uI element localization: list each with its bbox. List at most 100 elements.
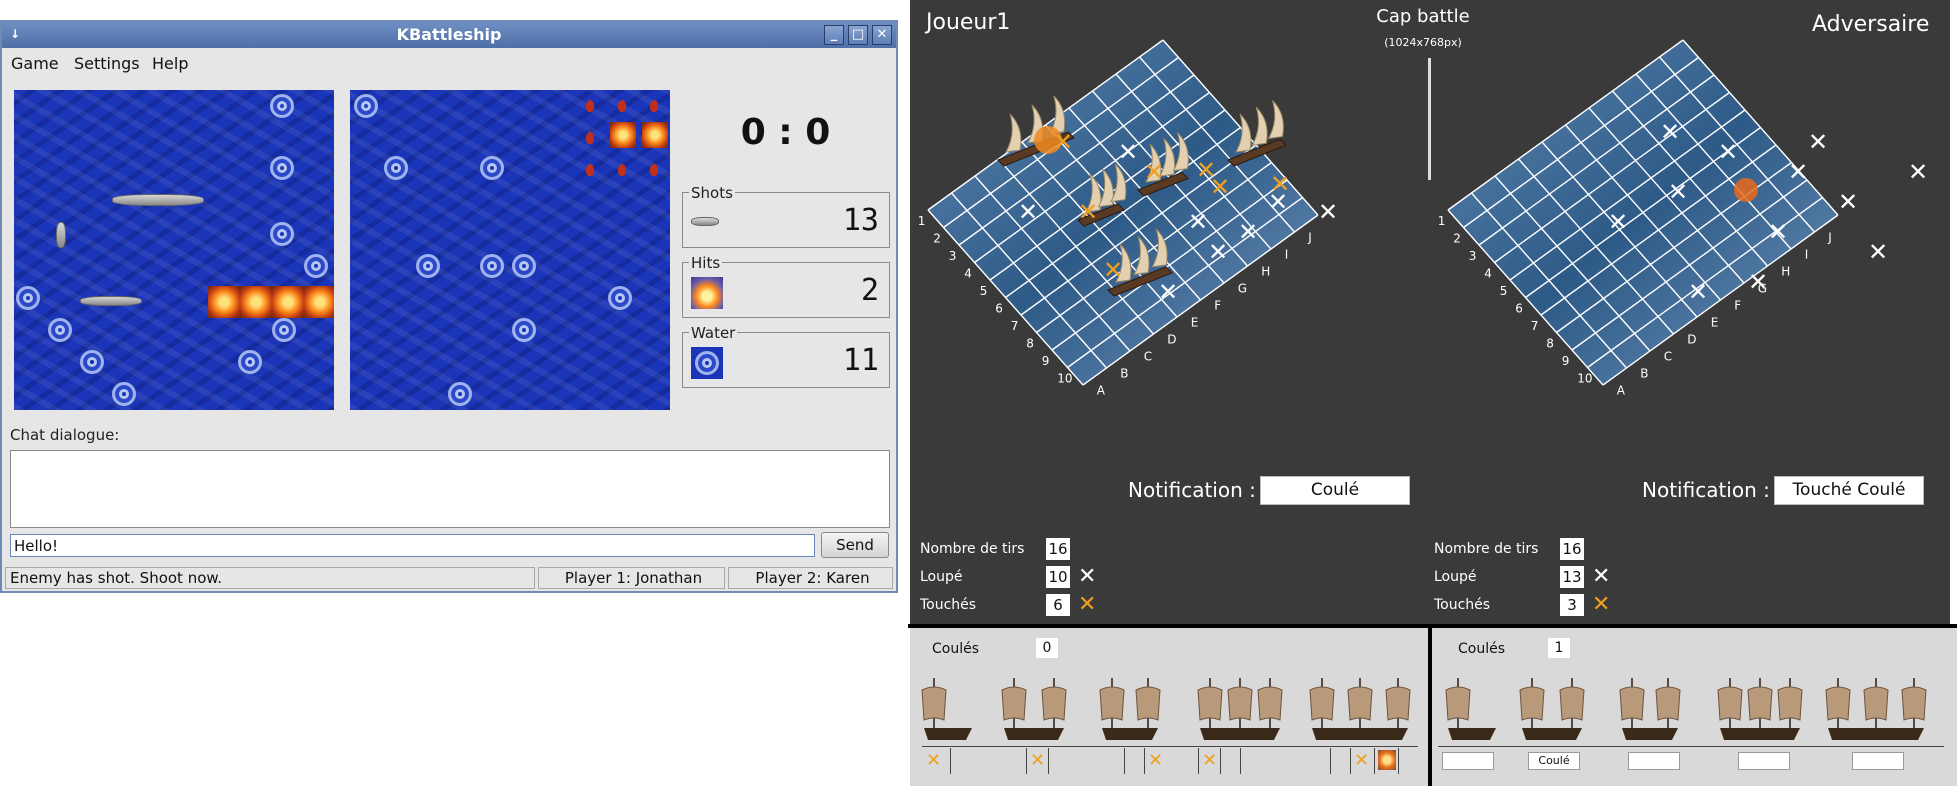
shot-marker-icon [586, 164, 594, 176]
ship-sail [1099, 686, 1125, 721]
water-splash-icon [16, 286, 40, 310]
app-icon[interactable]: ↓ [10, 27, 20, 41]
ship-sail [1717, 686, 1743, 721]
col-label: H [1781, 265, 1790, 279]
col-label: A [1617, 384, 1626, 398]
water-splash-icon [48, 318, 72, 342]
fire-icon [304, 286, 334, 318]
damage-slot [1374, 748, 1375, 774]
ship-frigate [1717, 678, 1803, 740]
shot-marker-icon [650, 100, 658, 112]
menu-help[interactable]: Help [152, 54, 188, 73]
sunk-value-left: 0 [1036, 638, 1058, 658]
row-label: 3 [1469, 249, 1477, 263]
hit-marker-icon: ✕ [1592, 592, 1611, 617]
ship-brig [1519, 678, 1585, 740]
ship-sail [1901, 686, 1927, 721]
missed-value: 10 [1046, 566, 1070, 588]
close-icon[interactable]: ✕ [872, 25, 892, 45]
ship-sail [1041, 686, 1067, 721]
chat-input[interactable] [10, 534, 815, 557]
maximize-icon[interactable]: □ [848, 25, 868, 45]
ship-hull [1622, 728, 1678, 740]
miss-marker-icon: ✕ [1908, 158, 1928, 186]
miss-marker-icon: ✕ [1592, 564, 1611, 589]
ship-hull [1004, 728, 1064, 740]
water-splash-icon [80, 350, 104, 374]
miss-marker-icon: ✕ [1018, 198, 1038, 226]
hit-marker-icon: ✕ [1210, 173, 1230, 201]
row-label: 6 [1515, 301, 1523, 315]
missed-label: Loupé [920, 569, 963, 585]
ship-status-5 [1852, 752, 1904, 770]
menu-settings[interactable]: Settings [74, 54, 140, 73]
water-splash-icon [304, 254, 328, 278]
ship-sail [1559, 686, 1585, 721]
ship-sail [1257, 686, 1283, 721]
notification-right: Touché Coulé [1774, 476, 1924, 505]
shots-value: 13 [842, 203, 879, 238]
minimize-icon[interactable]: _ [824, 25, 844, 45]
water-group: Water 11 [682, 324, 890, 388]
damage-slot [950, 748, 951, 774]
kbattleship-window: ↓ KBattleship _ □ ✕ Game Settings Help 0… [0, 20, 898, 593]
cap-battle-screen: Joueur1 Cap battle (1024x768px) Adversai… [908, 0, 1957, 786]
status-player-1: Player 1: Jonathan [538, 567, 725, 589]
hit-marker-icon: ✕ [1030, 750, 1046, 771]
damage-slot [1048, 748, 1049, 774]
row-label: 6 [995, 301, 1003, 315]
water-splash-icon [270, 94, 294, 118]
miss-marker-icon: ✕ [1118, 138, 1138, 166]
ship-sail [1519, 686, 1545, 721]
col-label: A [1097, 384, 1106, 398]
ship-sail [1001, 686, 1027, 721]
water-splash-icon [691, 347, 723, 379]
missed-value: 13 [1560, 566, 1584, 588]
hits-value: 2 [860, 273, 879, 308]
miss-marker-icon: ✕ [1078, 564, 1097, 589]
col-label: J [1827, 231, 1832, 245]
own-board[interactable] [14, 90, 334, 410]
miss-marker-icon: ✕ [1868, 238, 1888, 266]
ship-status-3 [1628, 752, 1680, 770]
send-button[interactable]: Send [821, 532, 889, 558]
col-label: E [1711, 316, 1719, 330]
miss-marker-icon: ✕ [1608, 208, 1628, 236]
score-display: 0 : 0 [740, 112, 831, 153]
hit-marker-icon: ✕ [1078, 198, 1098, 226]
enemy-board[interactable] [350, 90, 670, 410]
chat-dialogue[interactable] [10, 450, 890, 528]
ship-destroyer [80, 296, 142, 306]
menu-game[interactable]: Game [11, 54, 59, 73]
hit-marker-icon: ✕ [1078, 592, 1097, 617]
ship-status-2: Coulé [1528, 752, 1580, 770]
sunk-label-left: Coulés [932, 641, 980, 657]
ship-brigantine [1619, 678, 1681, 740]
miss-marker-icon: ✕ [1788, 158, 1808, 186]
water-splash-icon [480, 156, 504, 180]
miss-marker-icon: ✕ [1208, 238, 1228, 266]
ship-sail [1619, 686, 1645, 721]
ship-man-of-war [1309, 678, 1411, 740]
ship-sail [1309, 686, 1335, 721]
shots-count-label: Nombre de tirs [920, 541, 1025, 557]
col-label: F [1214, 299, 1221, 313]
water-splash-icon [448, 382, 472, 406]
col-label: D [1167, 333, 1176, 347]
water-splash-icon [270, 222, 294, 246]
miss-marker-icon: ✕ [1748, 268, 1768, 296]
ship-sail [1385, 686, 1411, 721]
row-label: 10 [1577, 371, 1592, 385]
ship-hull [1448, 728, 1496, 740]
row-label: 7 [1531, 319, 1539, 333]
ship-sail [1197, 686, 1223, 721]
row-label: 1 [918, 214, 926, 228]
ship-hull [1522, 728, 1582, 740]
hits-label: Touchés [1434, 597, 1491, 613]
damage-slot [1220, 748, 1221, 774]
ship-hull [1200, 728, 1280, 740]
title-bar[interactable]: ↓ KBattleship _ □ ✕ [2, 22, 896, 48]
ship-brig [1001, 678, 1067, 740]
ship-sail [1251, 106, 1268, 146]
notification-left: Coulé [1260, 476, 1410, 505]
